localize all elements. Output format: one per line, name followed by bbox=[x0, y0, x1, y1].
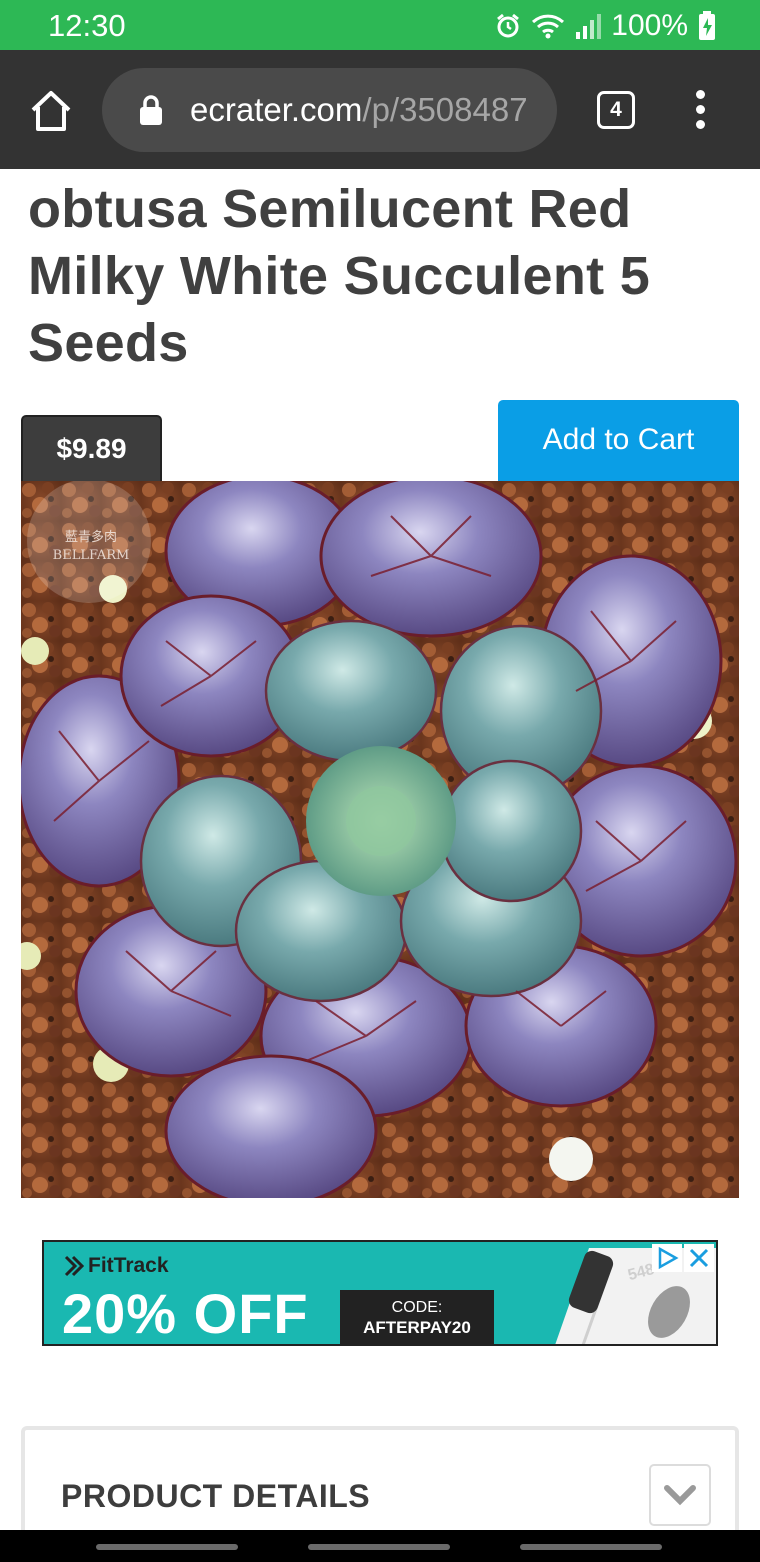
ad-code-value: AFTERPAY20 bbox=[363, 1318, 471, 1337]
url-domain: ecrater.com bbox=[190, 91, 363, 128]
ad-headline: 20% OFF bbox=[62, 1282, 309, 1345]
ad-banner[interactable]: FitTrack 20% OFF CODE: AFTERPAY20 548 bbox=[42, 1240, 718, 1346]
ad-close-icon[interactable] bbox=[684, 1244, 714, 1272]
nav-home-button[interactable] bbox=[308, 1544, 450, 1550]
address-bar[interactable]: ecrater.com/p/3508487 bbox=[102, 68, 557, 152]
system-nav-bar bbox=[0, 1530, 760, 1562]
add-to-cart-button[interactable]: Add to Cart bbox=[498, 400, 739, 482]
home-icon[interactable] bbox=[28, 88, 74, 134]
ad-code-label: CODE: bbox=[391, 1299, 443, 1316]
product-title: obtusa Semilucent Red Milky White Succul… bbox=[28, 179, 651, 373]
browser-toolbar: ecrater.com/p/3508487 4 bbox=[0, 50, 760, 169]
chevron-down-icon bbox=[664, 1485, 696, 1506]
more-menu-icon[interactable] bbox=[690, 90, 712, 130]
url-text: ecrater.com/p/3508487 bbox=[190, 90, 528, 130]
nav-recents-button[interactable] bbox=[96, 1544, 238, 1550]
price-badge: $9.89 bbox=[21, 415, 162, 481]
product-details-title: PRODUCT DETAILS bbox=[61, 1478, 371, 1514]
ad-brand: FitTrack bbox=[64, 1254, 169, 1278]
nav-back-button[interactable] bbox=[520, 1544, 662, 1550]
image-watermark: 藍青多肉 BELLFARM bbox=[52, 530, 130, 563]
alarm-icon bbox=[497, 13, 520, 38]
ad-choices-icon[interactable] bbox=[652, 1244, 682, 1272]
succulent-photo bbox=[21, 481, 739, 1198]
wifi-icon bbox=[532, 14, 565, 39]
signal-icon bbox=[576, 14, 602, 39]
url-path: /p/3508487 bbox=[362, 91, 528, 128]
product-image[interactable]: 藍青多肉 BELLFARM bbox=[21, 481, 739, 1198]
lock-icon bbox=[140, 95, 162, 125]
ad-promo-code: CODE: AFTERPAY20 bbox=[340, 1290, 494, 1344]
fittrack-logo-icon bbox=[64, 1255, 84, 1277]
status-time: 12:30 bbox=[48, 8, 126, 43]
expand-details-button[interactable] bbox=[649, 1464, 711, 1526]
tabs-icon[interactable]: 4 bbox=[597, 91, 635, 129]
battery-percent: 100% bbox=[611, 9, 688, 42]
battery-charging-icon bbox=[699, 11, 715, 40]
status-bar: 12:30 100% bbox=[0, 0, 760, 50]
ad-brand-name: FitTrack bbox=[88, 1254, 169, 1277]
status-icons: 100% bbox=[495, 8, 716, 44]
